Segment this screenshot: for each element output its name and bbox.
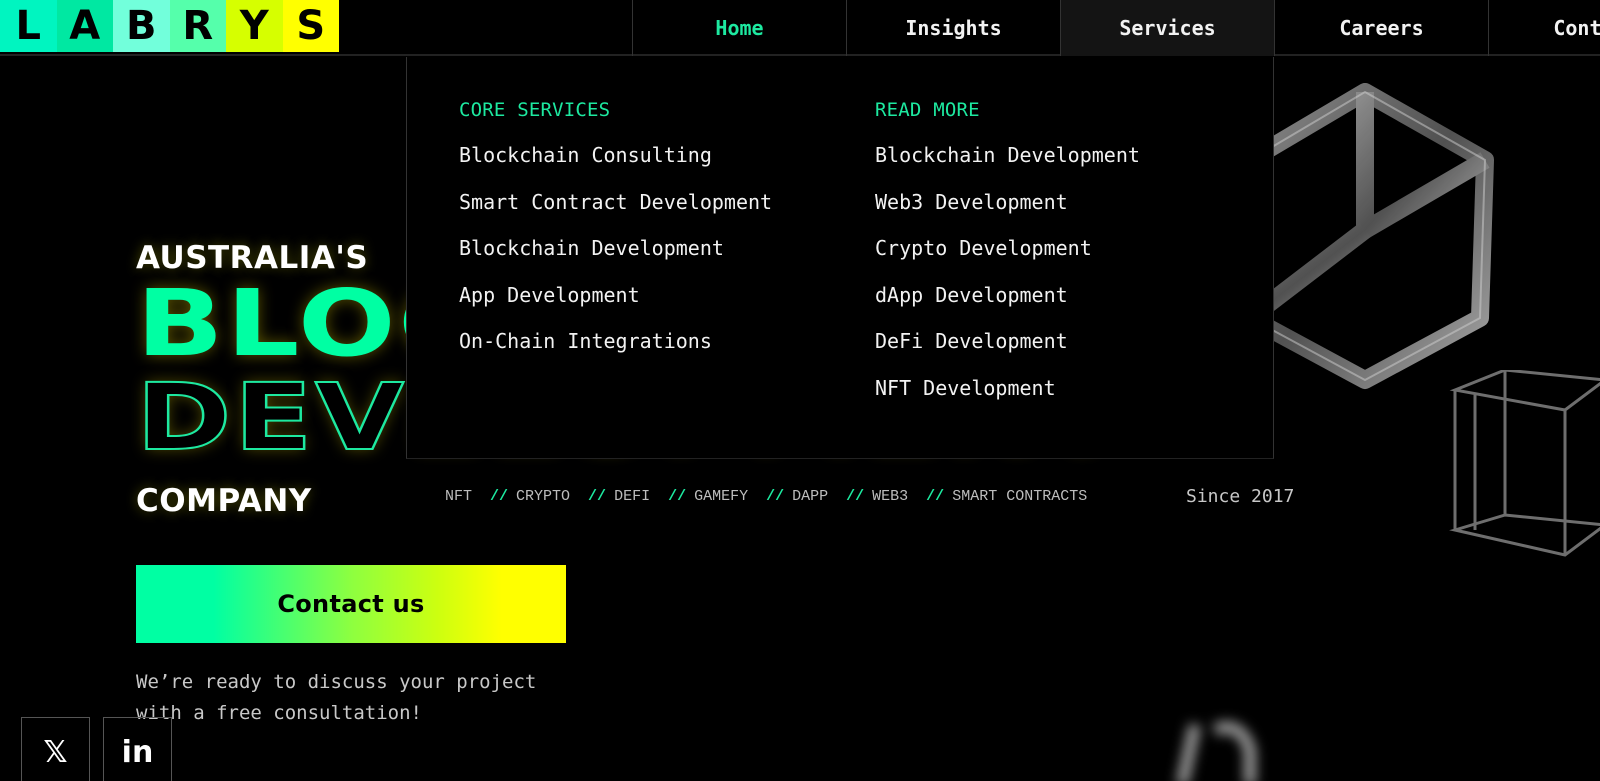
menu-item-crypto-development[interactable]: Crypto Development — [875, 236, 1140, 283]
logo-letter-tile: R — [169, 0, 226, 52]
menu-item-blockchain-development-more[interactable]: Blockchain Development — [875, 143, 1140, 190]
tag-item: CRYPTO — [516, 488, 571, 505]
read-more-column: READ MORE Blockchain Development Web3 De… — [875, 99, 1140, 422]
nav-insights[interactable]: Insights — [846, 0, 1060, 56]
logo-letter-tile: Y — [226, 0, 283, 52]
logo-letter-tile: S — [282, 0, 339, 52]
menu-item-smart-contract-development[interactable]: Smart Contract Development — [459, 190, 772, 237]
since-label: Since 2017 — [1186, 486, 1295, 507]
logo-letter-tile: L — [0, 0, 57, 52]
x-icon: 𝕏 — [43, 734, 68, 770]
read-more-heading: READ MORE — [875, 99, 980, 121]
menu-item-defi-development[interactable]: DeFi Development — [875, 329, 1140, 376]
menu-item-blockchain-consulting[interactable]: Blockchain Consulting — [459, 143, 772, 190]
tag-separator: // — [490, 488, 509, 505]
labrys-logo[interactable]: LABRYS — [0, 0, 339, 52]
hero-heading-company: COMPANY — [136, 483, 312, 519]
tag-item: SMART CONTRACTS — [952, 488, 1088, 505]
glass-cube-graphic — [1270, 83, 1494, 389]
tag-item: DEFI — [614, 488, 651, 505]
logo-letter-tile: A — [56, 0, 113, 52]
consultation-text: We’re ready to discuss your project with… — [136, 671, 537, 724]
tag-separator: // — [588, 488, 607, 505]
menu-item-on-chain-integrations[interactable]: On-Chain Integrations — [459, 329, 772, 376]
nav-careers[interactable]: Careers — [1274, 0, 1488, 56]
tag-list: NFT // CRYPTO // DEFI // GAMEFY // DAPP // WEB3 // S… — [445, 488, 1087, 505]
tag-separator: // — [668, 488, 687, 505]
contact-us-button[interactable]: Contact us — [136, 565, 566, 643]
site-header: LABRYS Home Insights Services Careers Co… — [0, 0, 1600, 56]
tag-item: NFT — [445, 488, 473, 505]
menu-item-nft-development[interactable]: NFT Development — [875, 376, 1140, 423]
main-nav: Home Insights Services Careers Contact — [632, 0, 1600, 56]
core-services-heading: CORE SERVICES — [459, 99, 611, 121]
wireframe-cube-graphic — [1449, 370, 1600, 557]
linkedin-link[interactable]: in — [103, 717, 172, 781]
tag-separator: // — [926, 488, 945, 505]
services-dropdown-menu: CORE SERVICES Blockchain Consulting Smar… — [406, 57, 1274, 459]
menu-item-dapp-development[interactable]: dApp Development — [875, 283, 1140, 330]
x-twitter-link[interactable]: 𝕏 — [21, 717, 90, 781]
nav-services[interactable]: Services — [1060, 0, 1274, 56]
tag-item: GAMEFY — [694, 488, 749, 505]
logo-letter-tile: B — [113, 0, 170, 52]
tag-item: DAPP — [792, 488, 829, 505]
nav-home[interactable]: Home — [632, 0, 846, 56]
menu-item-web3-development[interactable]: Web3 Development — [875, 190, 1140, 237]
core-services-column: CORE SERVICES Blockchain Consulting Smar… — [459, 99, 772, 376]
tag-item: WEB3 — [872, 488, 909, 505]
menu-item-app-development[interactable]: App Development — [459, 283, 772, 330]
linkedin-icon: in — [121, 734, 154, 770]
tag-separator: // — [766, 488, 785, 505]
tag-separator: // — [846, 488, 865, 505]
menu-item-blockchain-development[interactable]: Blockchain Development — [459, 236, 772, 283]
nav-contact[interactable]: Contact — [1488, 0, 1600, 56]
blurred-cube-graphic — [1176, 721, 1256, 781]
